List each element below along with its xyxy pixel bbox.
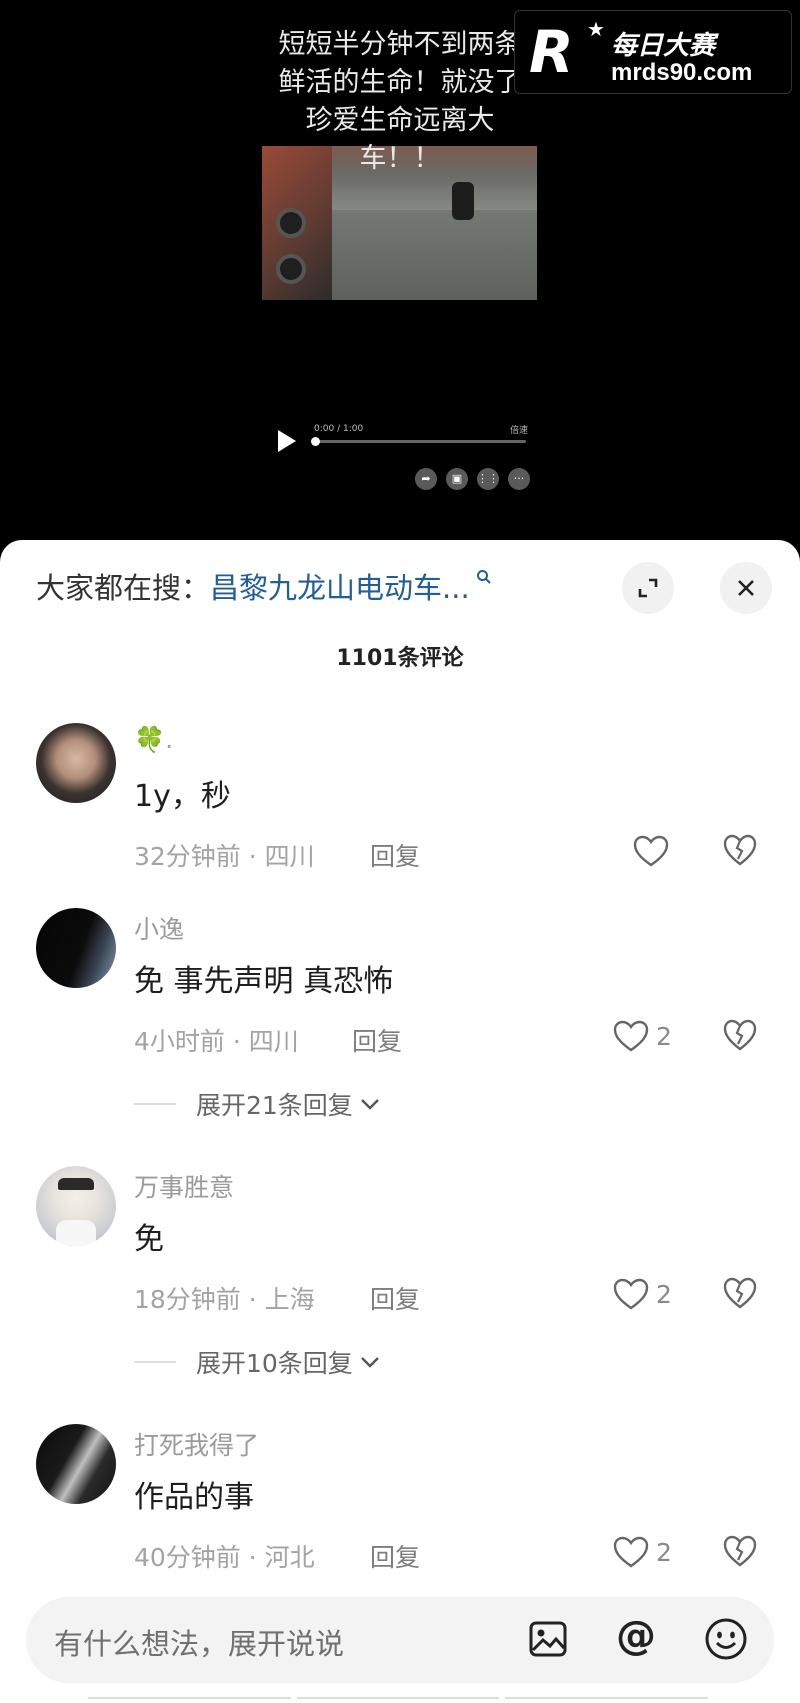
dislike-button[interactable] (722, 833, 758, 871)
image-icon (529, 1621, 567, 1657)
like-button[interactable]: 2 (612, 1532, 672, 1572)
emoji-button[interactable] (704, 1617, 748, 1665)
trending-search[interactable]: 大家都在搜： 昌黎九龙山电动车... (36, 566, 556, 606)
comment-username[interactable]: 万事胜意 (134, 1168, 234, 1204)
close-icon (738, 580, 754, 596)
comment-text: 免 (134, 1222, 164, 1257)
expand-replies-button[interactable]: 展开21条回复 (134, 1086, 381, 1122)
comment-text: 作品的事 (134, 1480, 254, 1515)
bottom-edge (88, 1697, 709, 1703)
image-button[interactable] (528, 1619, 568, 1663)
video-caption: 短短半分钟不到两条鲜活的生命！就没了珍爱生命远离大车！！ (278, 29, 522, 174)
comment-username[interactable]: 🍀. (134, 725, 173, 755)
comment-meta: 4小时前 · 四川 (134, 1027, 299, 1056)
like-count: 2 (656, 1021, 672, 1051)
video-frame-wheel (276, 254, 306, 284)
watermark-logo: R ★ 每日大赛 mrds90.com (514, 10, 792, 94)
comment-sheet: 大家都在搜： 昌黎九龙山电动车... 1101条评论 🍀. 1y，秒 32分钟前… (0, 540, 800, 1703)
comment-username[interactable]: 小逸 (134, 910, 184, 946)
share-icon[interactable]: ➦ (415, 468, 437, 490)
comment-input[interactable]: 有什么想法，展开说说 (54, 1621, 344, 1663)
logo-brand: 每日大赛 (611, 31, 716, 61)
reply-button[interactable]: 回复 (352, 1022, 402, 1058)
star-icon: ★ (587, 17, 605, 41)
reply-button[interactable]: 回复 (370, 1538, 420, 1574)
logo-site: mrds90.com (611, 59, 753, 86)
like-button[interactable]: 2 (612, 1274, 672, 1314)
broken-heart-icon (723, 834, 757, 866)
broken-heart-icon (723, 1277, 757, 1309)
play-icon[interactable] (278, 430, 296, 452)
expand-replies-label: 展开10条回复 (196, 1349, 353, 1378)
search-icon (476, 569, 492, 590)
divider (134, 1103, 176, 1105)
more-icon[interactable]: ··· (508, 468, 530, 490)
avatar[interactable] (36, 723, 116, 803)
heart-icon (613, 1278, 649, 1310)
video-frame-road (332, 210, 537, 300)
chevron-down-icon (360, 1357, 379, 1368)
reply-button[interactable]: 回复 (370, 1280, 420, 1316)
grid-icon[interactable]: ⋮⋮ (477, 468, 499, 490)
avatar[interactable] (36, 1166, 116, 1246)
close-button[interactable] (720, 562, 772, 614)
like-count: 2 (656, 1279, 672, 1309)
save-icon[interactable]: ▣ (446, 468, 468, 490)
video-mini-actions: ➦ ▣ ⋮⋮ ··· (415, 468, 530, 490)
avatar[interactable] (36, 908, 116, 988)
video-frame-rider (452, 182, 474, 220)
bottom-edge-segment (505, 1697, 709, 1703)
broken-heart-icon (723, 1535, 757, 1567)
dislike-button[interactable] (722, 1276, 758, 1314)
expand-sheet-button[interactable] (622, 562, 674, 614)
comment-meta: 18分钟前 · 上海 (134, 1285, 315, 1314)
progress-knob[interactable] (311, 437, 320, 446)
expand-replies-label: 展开21条回复 (196, 1091, 353, 1120)
comment-input-bar[interactable]: 有什么想法，展开说说 @ (26, 1597, 774, 1683)
comment-meta: 40分钟前 · 河北 (134, 1543, 315, 1572)
avatar[interactable] (36, 1424, 116, 1504)
logo-mark-icon: R (529, 18, 574, 86)
video-frame-wheel (276, 208, 306, 238)
dislike-button[interactable] (722, 1534, 758, 1572)
bottom-edge-segment (296, 1697, 500, 1703)
avatar-shirt (56, 1220, 96, 1246)
comment-count: 1101条评论 (336, 646, 464, 671)
video-time: 0:00 / 1:00 (314, 424, 364, 434)
like-button[interactable]: 2 (612, 1016, 672, 1056)
expand-icon (638, 578, 658, 598)
broken-heart-icon (723, 1019, 757, 1051)
divider (134, 1361, 176, 1363)
trending-search-term[interactable]: 昌黎九龙山电动车... (210, 565, 470, 607)
video-player-area[interactable]: 短短半分钟不到两条鲜活的生命！就没了珍爱生命远离大车！！ 0:00 / 1:00… (0, 0, 800, 545)
heart-icon (633, 835, 669, 867)
avatar-hair (58, 1178, 94, 1190)
trending-search-label: 大家都在搜： (36, 571, 211, 605)
video-progress-bar[interactable] (311, 437, 526, 446)
bottom-edge-segment (88, 1697, 291, 1703)
mention-button[interactable]: @ (616, 1613, 656, 1659)
dislike-button[interactable] (722, 1018, 758, 1056)
expand-replies-button[interactable]: 展开10条回复 (134, 1344, 381, 1380)
heart-icon (613, 1536, 649, 1568)
comment-text: 1y，秒 (134, 779, 231, 814)
comment-meta: 32分钟前 · 四川 (134, 842, 315, 871)
chevron-down-icon (360, 1099, 379, 1110)
speed-button[interactable]: 倍速 (510, 423, 528, 436)
like-count: 2 (656, 1537, 672, 1567)
comment-text: 免 事先声明 真恐怖 (134, 964, 394, 999)
reply-button[interactable]: 回复 (370, 837, 420, 873)
comment-username[interactable]: 打死我得了 (134, 1426, 259, 1462)
emoji-icon (705, 1618, 747, 1660)
like-button[interactable] (632, 831, 676, 871)
heart-icon (613, 1020, 649, 1052)
